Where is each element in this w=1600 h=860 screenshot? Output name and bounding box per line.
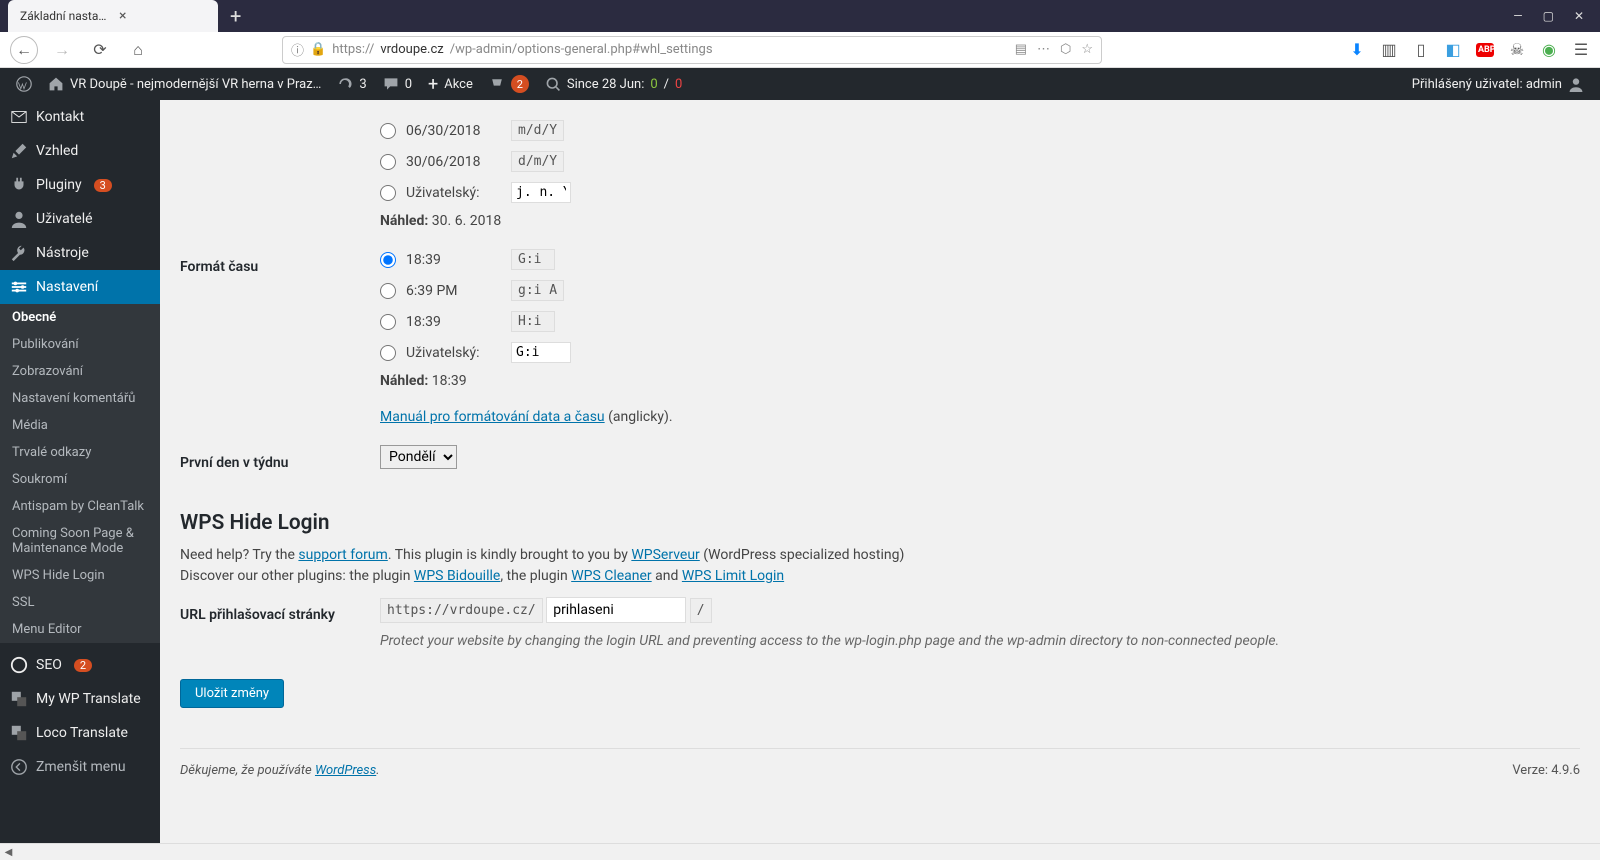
forward-button[interactable]: → [48,36,76,64]
download-icon[interactable]: ⬇ [1348,40,1366,59]
star-icon[interactable]: ☆ [1081,42,1093,57]
save-button[interactable]: Uložit změny [180,679,284,708]
close-icon[interactable]: × [119,8,210,24]
sidebar-item-nastaven-[interactable]: Nastavení [0,270,160,304]
url-path: /wp-admin/options-general.php#whl_settin… [450,42,713,57]
abp-icon[interactable]: ABP [1476,43,1494,57]
minimize-icon[interactable]: — [1513,9,1522,23]
wps-bidouille-link[interactable]: WPS Bidouille [414,568,500,584]
submenu-item[interactable]: Coming Soon Page & Maintenance Mode [0,520,160,562]
submenu-item[interactable]: SSL [0,589,160,616]
week-start-heading: První den v týdnu [180,435,380,491]
submenu-item[interactable]: Nastavení komentářů [0,385,160,412]
time-format-option[interactable]: 18:39H:i [380,311,1580,332]
submenu-item[interactable]: Média [0,412,160,439]
wps-cleaner-link[interactable]: WPS Cleaner [571,568,652,584]
login-url-suffix: / [690,598,712,623]
submenu-item[interactable]: Obecné [0,304,160,331]
wps-limit-login-link[interactable]: WPS Limit Login [682,568,784,584]
version: Verze: 4.9.6 [1512,763,1580,778]
tab-title: Základní nastavení ‹ VR Doupě - ne… [20,9,111,23]
site-name[interactable]: VR Doupě - nejmodernější VR herna v Praz… [40,68,329,100]
collapse-menu[interactable]: Zmenšit menu [0,750,160,784]
sidebar-item-vzhled[interactable]: Vzhled [0,134,160,168]
howdy[interactable]: Přihlášený uživatel: admin [1404,68,1592,100]
time-custom-row[interactable]: Uživatelský: [380,342,1580,363]
sidebar-item-loco-translate[interactable]: Loco Translate [0,716,160,750]
ext4-icon[interactable]: ◉ [1540,40,1558,59]
date-format-option[interactable]: 30/06/2018d/m/Y [380,151,1580,172]
sidebar-icon[interactable]: ▯ [1412,40,1430,59]
login-url-desc: Protect your website by changing the log… [380,633,1580,649]
wordpress-link[interactable]: WordPress [315,763,376,778]
reload-button[interactable]: ⟳ [86,36,114,64]
reader-icon[interactable]: ▤ [1015,42,1027,57]
wp-admin-bar: VR Doupě - nejmodernější VR herna v Praz… [0,68,1600,100]
sidebar-item-kontakt[interactable]: Kontakt [0,100,160,134]
wp-footer: Děkujeme, že používáte WordPress. Verze:… [180,748,1580,792]
submenu-item[interactable]: Zobrazování [0,358,160,385]
submenu-item[interactable]: Antispam by CleanTalk [0,493,160,520]
submenu-item[interactable]: Menu Editor [0,616,160,643]
window-controls: — ▢ ✕ [1513,9,1592,23]
wps-help-text: Need help? Try the support forum. This p… [180,545,1580,587]
ext3-icon[interactable]: ☠ [1508,40,1526,59]
time-format-option[interactable]: 6:39 PMg:i A [380,280,1580,301]
submenu-item[interactable]: Soukromí [0,466,160,493]
datetime-manual-link[interactable]: Manuál pro formátování data a času [380,409,605,425]
menu-icon[interactable]: ☰ [1572,40,1590,59]
comments[interactable]: 0 [375,68,420,100]
time-format-heading: Formát času [180,239,380,435]
url-bar[interactable]: ⓘ 🔒 https:// vrdoupe.cz/wp-admin/options-… [282,36,1102,64]
url-prefix: https:// [332,42,374,57]
support-forum-link[interactable]: support forum [298,547,387,563]
wp-content: 06/30/2018m/d/Y 30/06/2018d/m/Y Uživatels… [160,100,1600,860]
maximize-icon[interactable]: ▢ [1543,9,1554,23]
wpserveur-link[interactable]: WPServeur [631,547,699,563]
submenu-item[interactable]: Trvalé odkazy [0,439,160,466]
sidebar-item-u-ivatel-[interactable]: Uživatelé [0,202,160,236]
browser-tab[interactable]: Základní nastavení ‹ VR Doupě - ne… × [8,0,218,32]
time-custom-input[interactable] [511,342,571,363]
new-content[interactable]: +Akce [420,68,481,100]
time-format-option[interactable]: 18:39G:i [380,249,1580,270]
date-custom-radio[interactable] [380,185,396,201]
browser-titlebar: Základní nastavení ‹ VR Doupě - ne… × + … [0,0,1600,32]
time-custom-radio[interactable] [380,345,396,361]
horizontal-scrollbar[interactable]: ◀ [0,843,1600,860]
notifications[interactable]: 2 [481,68,537,100]
pocket-icon[interactable]: ⬡ [1060,42,1071,57]
scroll-left-icon[interactable]: ◀ [0,844,17,860]
library-icon[interactable]: ▥ [1380,40,1398,59]
stats[interactable]: Since 28 Jun: 0 / 0 [537,68,691,100]
sidebar-item-seo[interactable]: SEO2 [0,648,160,682]
updates[interactable]: 3 [329,68,374,100]
new-tab-icon[interactable]: + [230,4,241,28]
wps-heading: WPS Hide Login [180,511,1580,535]
login-url-prefix: https://vrdoupe.cz/ [380,598,543,623]
close-window-icon[interactable]: ✕ [1574,9,1584,23]
browser-toolbar: ← → ⟳ ⌂ ⓘ 🔒 https:// vrdoupe.cz/wp-admin/… [0,32,1600,68]
dots-icon[interactable]: ⋯ [1037,42,1050,57]
info-icon[interactable]: ⓘ [291,40,304,59]
submenu-item[interactable]: WPS Hide Login [0,562,160,589]
sidebar-item-my-wp-translate[interactable]: My WP Translate [0,682,160,716]
home-button[interactable]: ⌂ [124,36,152,64]
date-custom-row[interactable]: Uživatelský: [380,182,1580,203]
lock-icon: 🔒 [310,42,326,57]
wp-sidebar: KontaktVzhledPluginy3UživateléNástrojeNa… [0,100,160,860]
login-url-heading: URL přihlašovací stránky [180,587,380,659]
week-start-select[interactable]: Pondělí [380,445,457,469]
sidebar-item-n-stroje[interactable]: Nástroje [0,236,160,270]
submenu-item[interactable]: Publikování [0,331,160,358]
ext1-icon[interactable]: ◧ [1444,40,1462,59]
wp-logo[interactable] [8,68,40,100]
date-format-option[interactable]: 06/30/2018m/d/Y [380,120,1580,141]
date-custom-input[interactable] [511,182,571,203]
login-url-input[interactable] [546,597,686,623]
back-button[interactable]: ← [10,36,38,64]
sidebar-item-pluginy[interactable]: Pluginy3 [0,168,160,202]
url-host: vrdoupe.cz [380,42,443,57]
